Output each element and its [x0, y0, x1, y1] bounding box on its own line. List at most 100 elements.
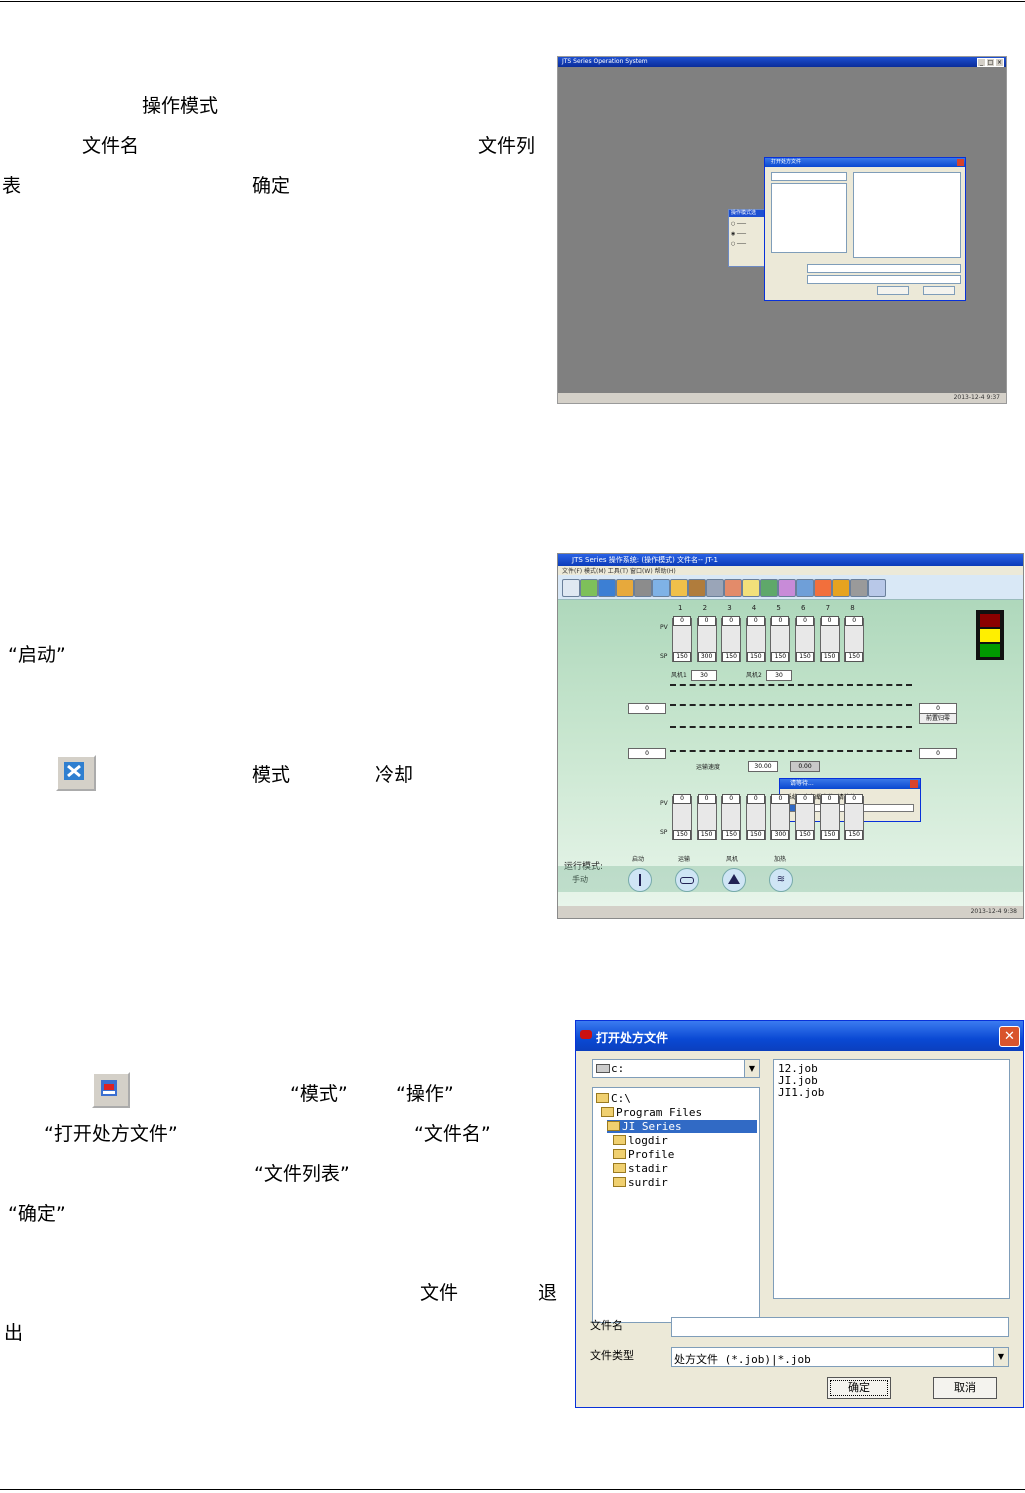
bottom-sp-value[interactable]: 150 [796, 830, 814, 840]
toolbar-button-icon[interactable] [724, 579, 742, 597]
toolbar-button-icon[interactable] [670, 579, 688, 597]
toolbar-button-icon[interactable] [652, 579, 670, 597]
bottom-sp-value[interactable]: 150 [722, 830, 741, 840]
bottom-sp-value[interactable]: 150 [845, 830, 864, 840]
cancel-button[interactable]: 取消 [933, 1377, 997, 1399]
reset-button[interactable]: 前置归零 [919, 713, 957, 724]
drive-value: c: [611, 1062, 625, 1075]
top-sp-value[interactable]: 150 [796, 652, 814, 662]
top-sp-value[interactable]: 150 [746, 652, 765, 662]
file-list[interactable]: 12.job JI.job JI1.job [773, 1059, 1010, 1299]
folder-tree[interactable] [771, 183, 847, 253]
zone-number: 8 [850, 604, 855, 612]
folder-item[interactable]: logdir [613, 1134, 668, 1147]
ok-button[interactable] [877, 286, 909, 295]
conveyor-button[interactable] [675, 868, 699, 892]
close-icon[interactable] [957, 159, 964, 166]
text-file-name: 文件名 [82, 135, 140, 157]
toolbar-button-icon[interactable] [760, 579, 778, 597]
close-button[interactable]: × [995, 58, 1004, 67]
folder-item[interactable]: surdir [613, 1176, 668, 1189]
fan2-input[interactable]: 30 [766, 670, 792, 681]
file-type-select[interactable]: 处方文件 (*.job)|*.job ▼ [671, 1347, 1009, 1367]
folder-icon [607, 1121, 620, 1131]
cancel-button[interactable] [923, 286, 955, 295]
speed-actual: 0.00 [790, 761, 820, 772]
drive-select[interactable]: c: ▼ [592, 1059, 760, 1078]
top-sp-value[interactable]: 150 [771, 652, 790, 662]
toolbar-button-icon[interactable] [598, 579, 616, 597]
folder-item[interactable]: C:\ [596, 1092, 631, 1105]
fan-button[interactable] [722, 868, 746, 892]
toolbar-button-icon[interactable] [688, 579, 706, 597]
top-sp-value[interactable]: 150 [820, 652, 839, 662]
file-type-field[interactable] [807, 275, 961, 284]
top-sp-value[interactable]: 150 [673, 652, 691, 662]
ok-button[interactable]: 确定 [827, 1377, 891, 1399]
file-item[interactable]: JI1.job [778, 1086, 824, 1099]
status-bar: 2013-12-4 9:38 [558, 906, 1023, 918]
folder-item-selected[interactable]: JI Series [607, 1120, 757, 1133]
minimize-button[interactable]: _ [977, 58, 986, 67]
mode-option[interactable]: ○ ─── [729, 241, 769, 247]
bottom-pv-value: 0 [796, 794, 814, 804]
top-pv-value: 0 [722, 616, 741, 626]
heat-button[interactable]: ≋ [769, 868, 793, 892]
speed-set-input[interactable]: 30.00 [748, 761, 778, 772]
folder-icon [613, 1163, 626, 1173]
bottom-sp-value[interactable]: 150 [673, 830, 691, 840]
header-rule [0, 1, 1025, 2]
close-button[interactable]: ✕ [999, 1026, 1020, 1047]
file-name-input[interactable] [671, 1317, 1009, 1337]
chevron-down-icon[interactable]: ▼ [993, 1348, 1008, 1366]
bottom-sp-value[interactable]: 150 [820, 830, 839, 840]
toolbar-button-icon[interactable] [778, 579, 796, 597]
drive-combo[interactable] [771, 172, 847, 181]
folder-icon [613, 1135, 626, 1145]
toolbar-button-icon[interactable] [814, 579, 832, 597]
bottom-sp-value[interactable]: 150 [697, 830, 716, 840]
top-sp-value[interactable]: 150 [845, 652, 864, 662]
folder-item[interactable]: stadir [613, 1162, 668, 1175]
toolbar-button-icon[interactable] [796, 579, 814, 597]
toolbar-button-icon[interactable] [868, 579, 886, 597]
top-sp-value[interactable]: 150 [722, 652, 741, 662]
close-icon[interactable] [910, 780, 918, 788]
file-name-field[interactable] [807, 264, 961, 273]
file-list[interactable] [853, 172, 961, 258]
maximize-button[interactable]: □ [986, 58, 995, 67]
mode-option[interactable]: ○ ─── [729, 221, 769, 227]
toolbar-button-icon[interactable] [616, 579, 634, 597]
right-bottom-input[interactable]: 0 [919, 748, 957, 759]
status-time: 2013-12-4 9:37 [953, 394, 1000, 401]
top-sp-value[interactable]: 300 [697, 652, 716, 662]
chevron-down-icon[interactable]: ▼ [744, 1060, 759, 1077]
toolbar-button-icon[interactable] [742, 579, 760, 597]
toolbar-button-icon[interactable] [580, 579, 598, 597]
zone-number: 3 [727, 604, 732, 612]
top-pv-value: 0 [845, 616, 864, 626]
fan1-input[interactable]: 30 [691, 670, 717, 681]
bottom-sp-value[interactable]: 300 [771, 830, 790, 840]
left-bottom-input[interactable]: 0 [628, 748, 666, 759]
folder-tree[interactable]: C:\ Program Files JI Series logdir Profi… [592, 1087, 760, 1323]
start-button[interactable] [628, 868, 652, 892]
zone-number: 1 [678, 604, 683, 612]
drive-icon [596, 1064, 610, 1073]
status-bar: 2013-12-4 9:37 [558, 393, 1006, 403]
conveyor-line [670, 684, 912, 686]
mode-option[interactable]: ◉ ─── [729, 231, 769, 237]
toolbar-button-icon[interactable] [562, 579, 580, 597]
window-title: JTS Series Operation System [562, 58, 648, 65]
toolbar-button-icon[interactable] [706, 579, 724, 597]
toolbar-button-icon[interactable] [634, 579, 652, 597]
text-exit-1: 退 [538, 1282, 558, 1304]
left-top-input[interactable]: 0 [628, 703, 666, 714]
title-bar: JTS Series 操作系统: (操作模式) 文件名-- JT-1 [558, 554, 1023, 566]
toolbar-button-icon[interactable] [832, 579, 850, 597]
bottom-sp-value[interactable]: 150 [746, 830, 765, 840]
menu-bar[interactable]: 文件(F) 模式(M) 工具(T) 窗口(W) 帮助(H) [558, 566, 1023, 575]
toolbar-button-icon[interactable] [850, 579, 868, 597]
folder-item[interactable]: Program Files [601, 1106, 702, 1119]
folder-item[interactable]: Profile [613, 1148, 674, 1161]
